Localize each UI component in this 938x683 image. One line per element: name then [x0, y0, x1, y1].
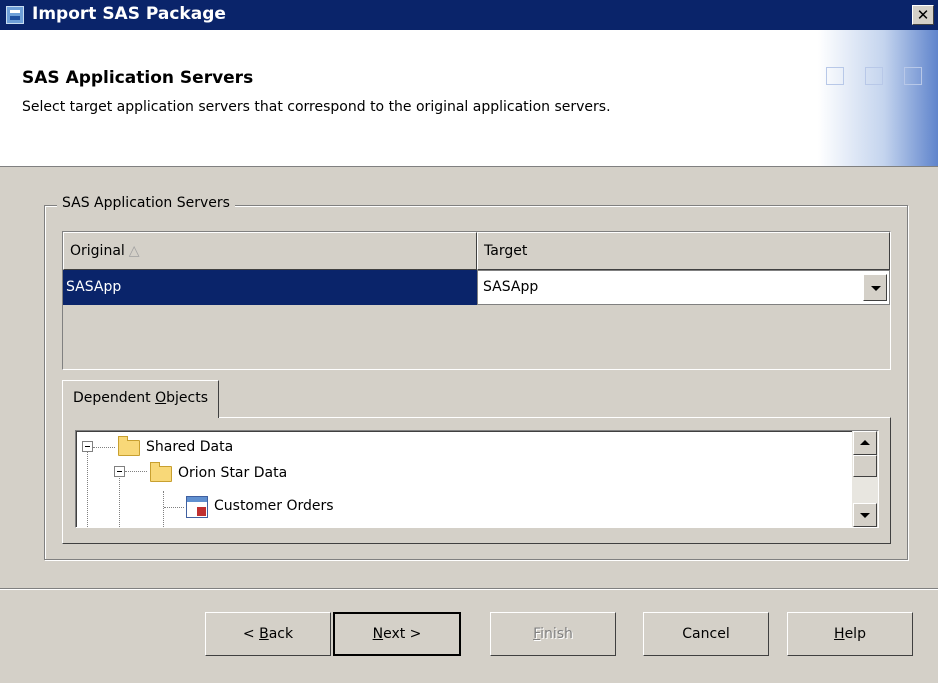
- tree-item-label: Orion Star Data: [178, 465, 288, 481]
- column-header-original[interactable]: Original △: [63, 232, 477, 270]
- tab-label: bjects: [166, 390, 208, 406]
- header-gradient: [818, 30, 938, 166]
- scroll-thumb[interactable]: [853, 455, 877, 477]
- close-button[interactable]: ✕: [912, 5, 934, 25]
- server-mapping-grid: Original △ Target SASApp SASApp: [62, 231, 891, 370]
- table-icon: [186, 496, 208, 518]
- back-button[interactable]: < Back: [205, 612, 331, 656]
- button-label: elp: [844, 626, 866, 642]
- decoration-square-icon: [904, 67, 922, 85]
- tree-item-label: Customer Orders: [214, 498, 334, 514]
- table-row[interactable]: SASApp SASApp: [63, 270, 890, 305]
- collapse-icon[interactable]: [82, 441, 93, 452]
- button-label: <: [242, 626, 260, 642]
- tab-label-mnemonic: O: [155, 390, 167, 406]
- scroll-up-icon[interactable]: [853, 431, 877, 455]
- sort-ascending-icon: △: [128, 243, 140, 259]
- target-server-select[interactable]: SASApp: [477, 270, 890, 305]
- next-button[interactable]: Next >: [333, 612, 461, 656]
- finish-button[interactable]: Finish: [490, 612, 616, 656]
- tree-vertical-scrollbar[interactable]: [852, 431, 878, 527]
- tree-item-label: Shared Data: [146, 439, 234, 455]
- scroll-down-icon[interactable]: [853, 503, 877, 527]
- button-separator: [0, 588, 938, 590]
- window-title: Import SAS Package: [32, 4, 226, 24]
- dropdown-arrow-icon[interactable]: [863, 274, 887, 301]
- page-description: Select target application servers that c…: [22, 99, 611, 115]
- tree-item-customer-orders[interactable]: Customer Orders: [76, 494, 846, 518]
- button-label: Cancel: [682, 626, 730, 642]
- decoration-square-icon: [826, 67, 844, 85]
- group-legend: SAS Application Servers: [57, 195, 235, 211]
- button-mnemonic: B: [259, 626, 269, 642]
- tab-dependent-objects[interactable]: Dependent Objects: [62, 380, 219, 418]
- target-server-value: SASApp: [483, 279, 539, 295]
- column-label: Target: [484, 243, 528, 259]
- sas-package-icon: [6, 6, 24, 24]
- tab-label: Dependent: [73, 390, 156, 406]
- column-header-target[interactable]: Target: [477, 232, 890, 270]
- button-label: ack: [268, 626, 294, 642]
- tree-item-orion-star-data[interactable]: Orion Star Data: [76, 461, 846, 485]
- decoration-square-icon: [865, 67, 883, 85]
- wizard-header: SAS Application Servers Select target ap…: [0, 30, 938, 167]
- button-mnemonic: H: [834, 626, 845, 642]
- title-bar: Import SAS Package ✕: [0, 0, 938, 30]
- tree-item-shared-data[interactable]: Shared Data: [76, 435, 846, 459]
- button-mnemonic: N: [372, 626, 384, 642]
- cancel-button[interactable]: Cancel: [643, 612, 769, 656]
- close-icon: ✕: [916, 6, 930, 24]
- help-button[interactable]: Help: [787, 612, 913, 656]
- original-server-cell[interactable]: SASApp: [63, 270, 477, 305]
- folder-icon: [150, 462, 172, 482]
- column-label: Original: [70, 243, 125, 259]
- button-label: ext >: [383, 626, 422, 642]
- button-label: inish: [540, 626, 573, 642]
- dependent-objects-tree[interactable]: Shared Data Orion Star Data Customer Ord…: [75, 430, 879, 528]
- collapse-icon[interactable]: [114, 466, 125, 477]
- page-heading: SAS Application Servers: [22, 68, 254, 88]
- folder-icon: [118, 436, 140, 456]
